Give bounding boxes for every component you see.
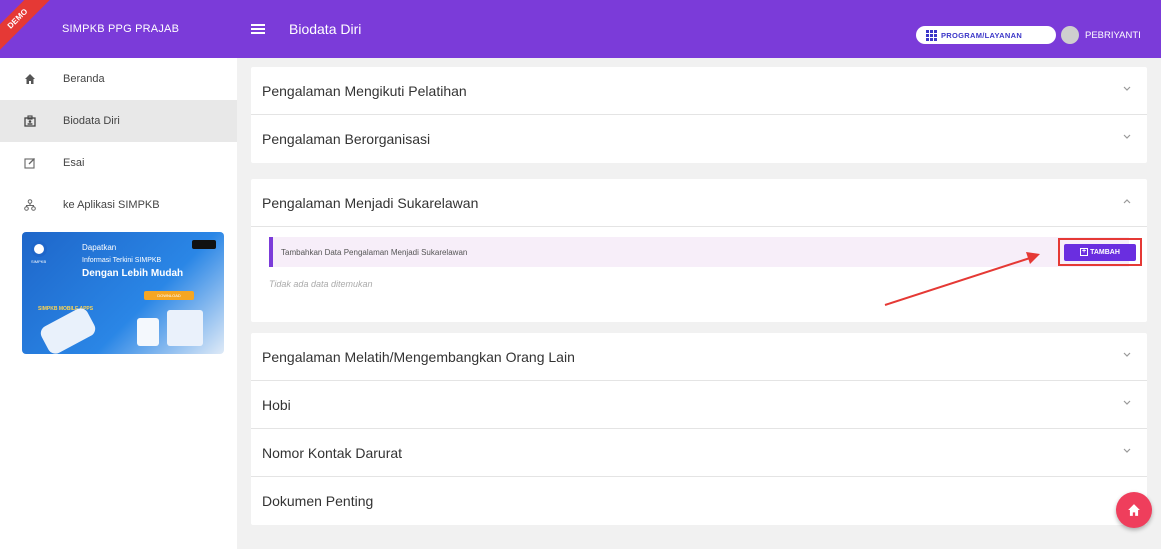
home-icon <box>23 72 37 86</box>
accordion-title: Pengalaman Melatih/Mengembangkan Orang L… <box>262 348 575 365</box>
phone-illustration <box>38 305 98 354</box>
chevron-down-icon <box>1123 350 1131 358</box>
apps-grid-icon <box>926 29 937 41</box>
accordion-pelatihan[interactable]: Pengalaman Mengikuti Pelatihan <box>251 67 1147 115</box>
highlight-box: + TAMBAH <box>1058 238 1142 266</box>
network-icon <box>23 198 37 212</box>
sidebar-item-esai[interactable]: Esai <box>0 142 237 184</box>
card-illustration <box>167 310 203 346</box>
sidebar-item-label: Biodata Diri <box>63 115 120 127</box>
sidebar-item-label: Beranda <box>63 73 105 85</box>
sidebar-item-label: ke Aplikasi SIMPKB <box>63 199 160 211</box>
chevron-down-icon <box>1123 398 1131 406</box>
accordion-hobi[interactable]: Hobi <box>251 381 1147 429</box>
simpkb-logo-icon <box>31 241 47 257</box>
banner-line2: Informasi Terkini SIMPKB <box>82 257 162 264</box>
accordion-title: Pengalaman Berorganisasi <box>262 131 431 147</box>
accordion-kontak-darurat[interactable]: Nomor Kontak Darurat <box>251 429 1147 477</box>
accordion-card-group-2: Pengalaman Melatih/Mengembangkan Orang L… <box>251 333 1147 525</box>
edit-icon <box>23 156 37 170</box>
brand-header: DEMO SIMPKB PPG PRAJAB <box>0 0 237 58</box>
accordion-title: Pengalaman Menjadi Sukarelawan <box>262 194 479 211</box>
banner-line3: Dengan Lebih Mudah <box>82 268 184 279</box>
top-app-bar: Biodata Diri PROGRAM/LAYANAN PEBRIYANTI <box>237 0 1161 58</box>
chevron-down-icon <box>1123 132 1131 140</box>
banner-line1: Dapatkan <box>82 243 117 252</box>
banner-download-button: DOWNLOAD <box>144 291 194 300</box>
add-box-icon: + <box>1080 248 1089 256</box>
page-title: Biodata Diri <box>289 21 362 37</box>
accordion-dokumen[interactable]: Dokumen Penting <box>251 477 1147 525</box>
chevron-down-icon <box>1123 84 1131 92</box>
demo-ribbon: DEMO <box>0 0 53 54</box>
id-card-icon <box>23 114 37 128</box>
chevron-up-icon <box>1123 196 1131 204</box>
sidebar-item-label: Esai <box>63 157 85 169</box>
google-play-badge-icon <box>192 240 216 249</box>
accordion-melatih[interactable]: Pengalaman Melatih/Mengembangkan Orang L… <box>251 333 1147 381</box>
info-text: Tambahkan Data Pengalaman Menjadi Sukare… <box>281 247 468 257</box>
sidebar-item-biodata[interactable]: Biodata Diri <box>0 100 237 142</box>
sidebar-item-simpkb[interactable]: ke Aplikasi SIMPKB <box>0 184 237 226</box>
banner-logo-label: SIMPKB <box>31 259 47 264</box>
tambah-button[interactable]: + TAMBAH <box>1064 243 1136 261</box>
hamburger-menu-icon[interactable] <box>251 24 265 34</box>
program-layanan-label: PROGRAM/LAYANAN <box>941 30 1023 40</box>
avatar <box>1061 26 1079 44</box>
accordion-card-group-1: Pengalaman Mengikuti Pelatihan Pengalama… <box>251 67 1147 163</box>
brand-title[interactable]: SIMPKB PPG PRAJAB <box>62 23 179 35</box>
accordion-title: Nomor Kontak Darurat <box>262 444 403 461</box>
info-alert: Tambahkan Data Pengalaman Menjadi Sukare… <box>269 237 1129 267</box>
home-icon <box>1128 504 1140 516</box>
card-illustration <box>137 318 159 346</box>
home-fab-button[interactable] <box>1116 492 1152 528</box>
accordion-title: Pengalaman Mengikuti Pelatihan <box>262 82 467 99</box>
accordion-organisasi[interactable]: Pengalaman Berorganisasi <box>251 115 1147 163</box>
sidebar: DEMO SIMPKB PPG PRAJAB Beranda Biodata D… <box>0 0 237 549</box>
chevron-down-icon <box>1123 446 1131 454</box>
tambah-label: TAMBAH <box>1090 248 1120 256</box>
user-name: PEBRIYANTI <box>1085 29 1141 41</box>
user-menu[interactable]: PEBRIYANTI <box>1061 26 1141 44</box>
accordion-title: Dokumen Penting <box>262 493 374 509</box>
empty-state-text: Tidak ada data ditemukan <box>269 279 373 289</box>
mobile-app-banner[interactable]: SIMPKB Dapatkan Informasi Terkini SIMPKB… <box>22 232 224 354</box>
accordion-card-sukarelawan: Pengalaman Menjadi Sukarelawan Tambahkan… <box>251 179 1147 322</box>
main-content: Pengalaman Mengikuti Pelatihan Pengalama… <box>237 58 1161 549</box>
program-layanan-button[interactable]: PROGRAM/LAYANAN <box>916 26 1056 44</box>
accordion-title: Hobi <box>262 396 291 413</box>
accordion-sukarelawan[interactable]: Pengalaman Menjadi Sukarelawan <box>251 179 1147 227</box>
sidebar-item-beranda[interactable]: Beranda <box>0 58 237 100</box>
sukarelawan-panel: Tambahkan Data Pengalaman Menjadi Sukare… <box>251 227 1147 322</box>
